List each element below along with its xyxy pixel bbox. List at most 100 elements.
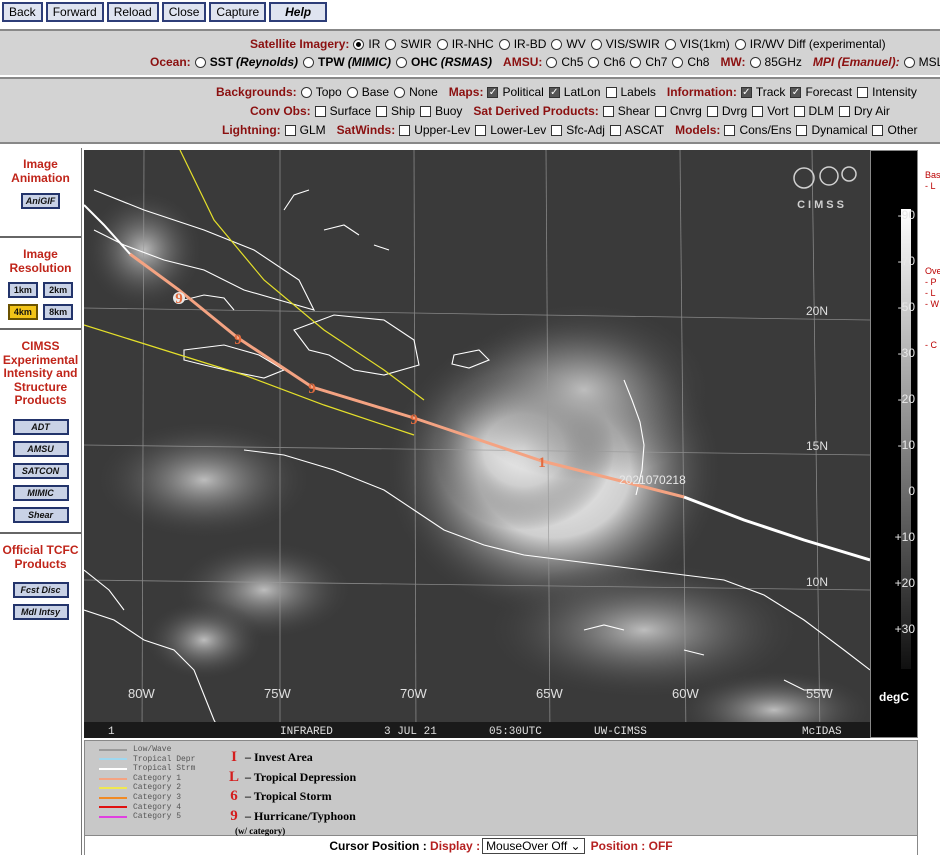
right-strip-item[interactable]: - C [925, 340, 940, 351]
top-nav: Back Forward Reload Close Capture Help [0, 0, 329, 24]
checkbox-icon: ✓ [790, 86, 802, 98]
colorbar-tick: +30 [895, 622, 916, 636]
anigif-button[interactable]: AniGIF [20, 193, 61, 209]
maps-labels-checkbox[interactable]: Labels [605, 85, 656, 99]
amsu-ch5-radio[interactable]: Ch5 [546, 55, 583, 69]
checkbox-icon [284, 124, 296, 136]
radio-icon [664, 38, 676, 50]
conv-buoy-checkbox[interactable]: Buoy [420, 104, 462, 118]
imagery-ir-nhc-radio[interactable]: IR-NHC [436, 37, 494, 51]
satwinds-lower-lev-checkbox-label: Lower-Lev [490, 123, 547, 137]
right-strip-item[interactable]: - L [925, 181, 940, 192]
right-strip-item[interactable]: - W [925, 299, 940, 310]
back-button[interactable]: Back [2, 2, 43, 22]
imagery-swir-radio[interactable]: SWIR [385, 37, 432, 51]
checkbox-icon [376, 105, 388, 117]
amsu-ch5-radio-label: Ch5 [561, 55, 584, 69]
shear-button[interactable]: Shear [12, 506, 69, 523]
forward-button[interactable]: Forward [45, 2, 104, 22]
mimic-button[interactable]: MIMIC [12, 484, 69, 501]
amsu-ch8-radio[interactable]: Ch8 [672, 55, 709, 69]
imagery-ir-bd-radio[interactable]: IR-BD [498, 37, 546, 51]
imagery-ir-radio[interactable]: IR [353, 37, 380, 51]
models-other-checkbox[interactable]: Other [872, 123, 918, 137]
amsu-ch6-radio[interactable]: Ch6 [588, 55, 625, 69]
legend-line-item: Tropical Depr [85, 755, 225, 765]
models-dynamical-checkbox[interactable]: Dynamical [796, 123, 867, 137]
radio-icon [346, 86, 358, 98]
right-strip-item[interactable]: Ove [925, 266, 940, 277]
info-intensity-checkbox-label: Intensity [872, 85, 917, 99]
conv-surface-checkbox[interactable]: Surface [314, 104, 371, 118]
imagery-wv-radio[interactable]: WV [551, 37, 586, 51]
display-select[interactable]: MouseOver Off ⌄ [482, 837, 585, 854]
imagery-panel: Satellite Imagery: IR SWIR IR-NHC IR-BD WV VI… [0, 29, 940, 75]
satder-dvrg-checkbox[interactable]: Dvrg [706, 104, 747, 118]
right-strip-item[interactable]: Bas [925, 170, 940, 181]
reload-button[interactable]: Reload [106, 2, 159, 22]
info-forecast-checkbox[interactable]: ✓ Forecast [790, 85, 852, 99]
tpw-radio[interactable]: TPW (MIMIC) [303, 55, 391, 69]
conv-obs-row: Conv Obs: Surface Ship Buoy Sat Derived Prod… [244, 102, 895, 120]
mdl-intsy-button[interactable]: Mdl Intsy [12, 604, 69, 620]
legend-swatch [99, 806, 127, 809]
sat-derived-label: Sat Derived Products: [473, 104, 599, 118]
satwinds-upper-lev-checkbox[interactable]: Upper-Lev [399, 123, 470, 137]
amsu-ch7-radio[interactable]: Ch7 [630, 55, 667, 69]
bg-topo-radio[interactable]: Topo [300, 85, 342, 99]
close-button[interactable]: Close [161, 2, 207, 22]
storm-type-label: – Tropical Depression [245, 769, 357, 784]
satder-cnvrg-checkbox[interactable]: Cnvrg [654, 104, 702, 118]
colorbar-tick: -20 [898, 392, 916, 406]
lightning-label: Lightning: [222, 123, 281, 137]
imagery-vis-1km-radio[interactable]: VIS(1km) [664, 37, 730, 51]
satder-dry-air-checkbox[interactable]: Dry Air [838, 104, 890, 118]
amsu-ch7-radio-label: Ch7 [645, 55, 668, 69]
mpi-label: MPI (Emanuel): [812, 55, 900, 69]
imagery-ir-wv-diff-experimental-radio[interactable]: IR/WV Diff (experimental) [734, 37, 886, 51]
satellite-map[interactable]: 9 9 9 9 1 20N 15N 10N 80W 75W 70W 65W 60… [84, 150, 870, 738]
bg-base-radio[interactable]: Base [346, 85, 389, 99]
mpi-msl-radio[interactable]: MSL [903, 55, 940, 69]
amsu-button[interactable]: AMSU [12, 440, 69, 457]
checkbox-icon [706, 105, 718, 117]
right-sidebar-strip: Bas - L Ove - P- L- W- C [922, 148, 940, 768]
satwinds-sfc-adj-checkbox[interactable]: Sfc-Adj [551, 123, 605, 137]
res-4km-button[interactable]: 4km [7, 304, 38, 320]
maps-latlon-checkbox[interactable]: ✓ LatLon [548, 85, 601, 99]
maps-latlon-checkbox-label: LatLon [563, 85, 601, 99]
res-1km-button[interactable]: 1km [7, 282, 38, 298]
right-strip-item[interactable]: - P [925, 277, 940, 288]
amsu-ch6-radio-label: Ch6 [603, 55, 626, 69]
ohc-radio[interactable]: OHC (RSMAS) [396, 55, 492, 69]
amsu-label: AMSU: [503, 55, 543, 69]
info-intensity-checkbox[interactable]: Intensity [857, 85, 917, 99]
satwinds-lower-lev-checkbox[interactable]: Lower-Lev [475, 123, 546, 137]
help-button[interactable]: Help [269, 2, 328, 22]
fcst-disc-button[interactable]: Fcst Disc [12, 582, 69, 598]
satder-dlm-checkbox[interactable]: DLM [793, 104, 834, 118]
radio-icon [394, 86, 406, 98]
colorbar-tick: -10 [898, 438, 916, 452]
lightning-glm-checkbox[interactable]: GLM [284, 123, 326, 137]
res-2km-button[interactable]: 2km [43, 282, 74, 298]
mw-85ghz-radio[interactable]: 85GHz [749, 55, 802, 69]
res-8km-button[interactable]: 8km [43, 304, 74, 320]
bg-none-radio[interactable]: None [394, 85, 438, 99]
checkbox-icon [724, 124, 736, 136]
satcon-button[interactable]: SATCON [12, 462, 69, 479]
lon-label-65w: 65W [536, 686, 563, 701]
models-cons-ens-checkbox[interactable]: Cons/Ens [724, 123, 791, 137]
imagery-vis-swir-radio[interactable]: VIS/SWIR [590, 37, 660, 51]
satder-vort-checkbox[interactable]: Vort [752, 104, 789, 118]
right-strip-item[interactable]: - L [925, 288, 940, 299]
adt-button[interactable]: ADT [12, 418, 69, 435]
capture-button[interactable]: Capture [209, 2, 267, 22]
satwinds-ascat-checkbox[interactable]: ASCAT [609, 123, 664, 137]
sst-radio[interactable]: SST (Reynolds) [194, 55, 298, 69]
info-track-checkbox[interactable]: ✓ Track [740, 85, 785, 99]
maps-political-checkbox[interactable]: ✓ Political [487, 85, 544, 99]
conv-ship-checkbox[interactable]: Ship [376, 104, 415, 118]
satder-shear-checkbox[interactable]: Shear [602, 104, 650, 118]
storm-type-label: – Invest Area [245, 750, 313, 765]
